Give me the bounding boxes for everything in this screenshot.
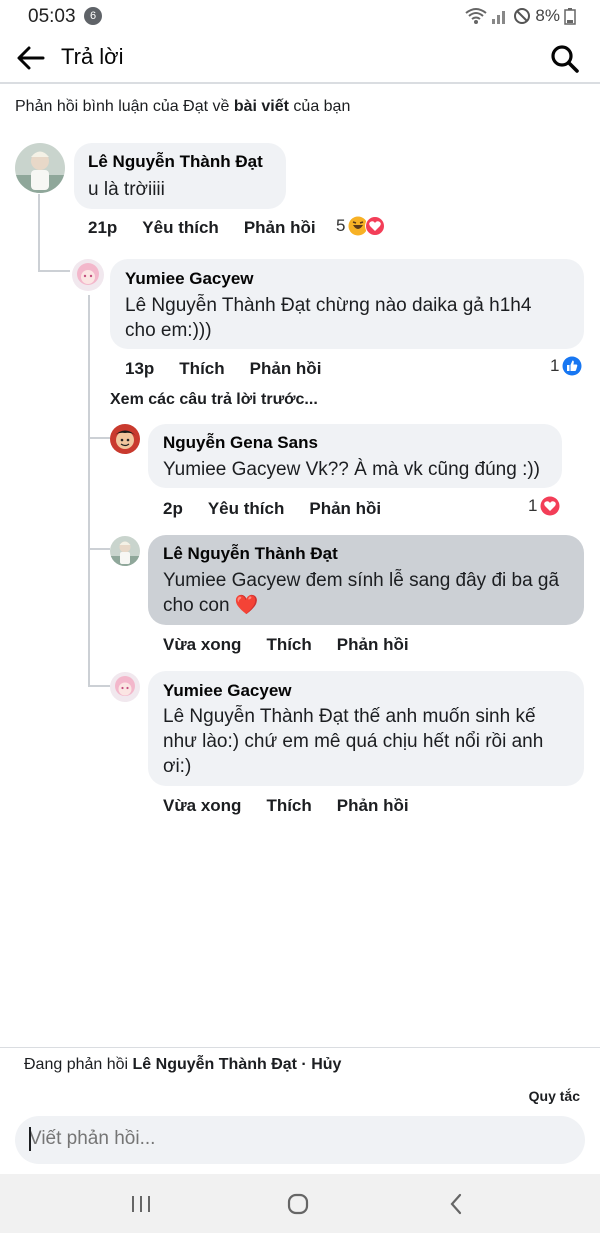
comment-text: u là trờiiii xyxy=(88,179,165,200)
reaction-count: 5 xyxy=(336,216,346,235)
reaction-count: 1 xyxy=(550,356,560,375)
comment-bubble[interactable]: Lê Nguyễn Thành Đạt u là trờiiii xyxy=(74,143,286,209)
post-link[interactable]: bài viết xyxy=(234,98,289,115)
wifi-icon xyxy=(465,8,488,24)
thread-line xyxy=(38,270,70,272)
thread-line xyxy=(88,548,110,550)
comment-bubble[interactable]: Nguyễn Gena Sans Yumiee Gacyew Vk?? À mà… xyxy=(148,424,562,488)
context-prefix: Phản hồi bình luận của Đạt về xyxy=(15,98,234,115)
comment-time: Vừa xong xyxy=(163,796,242,815)
context-suffix: của bạn xyxy=(288,98,351,115)
comment-time: 21p xyxy=(88,218,118,237)
view-previous-replies[interactable]: Xem các câu trả lời trước... xyxy=(110,391,318,409)
comment-author[interactable]: Yumiee Gacyew xyxy=(125,269,254,289)
avatar[interactable] xyxy=(72,259,104,291)
thread-line xyxy=(38,194,40,272)
comment-actions: 2p Yêu thích Phản hồi xyxy=(163,499,381,519)
text-caret xyxy=(29,1127,31,1151)
comment-bubble[interactable]: Yumiee Gacyew Lê Nguyễn Thành Đạt thế an… xyxy=(148,671,584,786)
avatar[interactable] xyxy=(110,672,140,702)
reply-action[interactable]: Phản hồi xyxy=(309,499,381,519)
comment-actions: Vừa xong Thích Phản hồi xyxy=(163,635,409,655)
cancel-reply-link[interactable]: · Hủy xyxy=(297,1056,341,1073)
thread-line xyxy=(88,295,90,687)
status-bar: 05:03 6 8% xyxy=(0,0,600,34)
reaction-summary[interactable]: 5 xyxy=(336,216,386,236)
like-reaction-icon xyxy=(562,356,582,376)
divider xyxy=(0,1047,600,1048)
thread-line xyxy=(88,685,110,687)
comment-time: 13p xyxy=(125,359,155,378)
comment-bubble[interactable]: Yumiee Gacyew Lê Nguyễn Thành Đạt chừng … xyxy=(110,259,584,349)
comment-author[interactable]: Nguyễn Gena Sans xyxy=(163,433,318,453)
comment-author[interactable]: Lê Nguyễn Thành Đạt xyxy=(163,544,338,564)
reply-input[interactable] xyxy=(29,1128,529,1150)
comment-actions: 13p Thích Phản hồi xyxy=(125,359,321,379)
avatar[interactable] xyxy=(110,536,140,566)
status-icons: 8% xyxy=(465,6,576,26)
recent-apps-icon[interactable] xyxy=(126,1190,156,1218)
replying-to-banner: Đang phản hồi Lê Nguyễn Thành Đạt · Hủy xyxy=(24,1056,341,1074)
battery-icon xyxy=(564,8,576,25)
love-reaction-icon xyxy=(540,496,560,516)
comment-actions: Vừa xong Thích Phản hồi xyxy=(163,796,409,816)
like-action[interactable]: Thích xyxy=(179,359,224,379)
like-action[interactable]: Yêu thích xyxy=(142,218,219,238)
top-app-bar: Trả lời xyxy=(0,34,600,84)
comment-time: Vừa xong xyxy=(163,635,242,654)
like-action[interactable]: Thích xyxy=(266,796,311,816)
notification-count-badge: 6 xyxy=(84,7,102,25)
reaction-count: 1 xyxy=(528,496,538,515)
replying-prefix: Đang phản hồi xyxy=(24,1056,133,1073)
comment-author[interactable]: Lê Nguyễn Thành Đạt xyxy=(88,152,263,172)
love-reaction-icon xyxy=(365,216,386,236)
battery-percent: 8% xyxy=(535,6,560,25)
like-action[interactable]: Yêu thích xyxy=(208,499,285,519)
do-not-disturb-icon xyxy=(514,8,531,24)
comment-bubble-highlighted[interactable]: Lê Nguyễn Thành Đạt Yumiee Gacyew đem sí… xyxy=(148,535,584,625)
home-icon[interactable] xyxy=(283,1190,313,1218)
reply-composer[interactable] xyxy=(15,1116,585,1164)
reply-action[interactable]: Phản hồi xyxy=(337,796,409,816)
reaction-summary[interactable]: 1 xyxy=(528,496,560,516)
page-title: Trả lời xyxy=(61,44,124,69)
comment-author[interactable]: Yumiee Gacyew xyxy=(163,681,292,701)
reply-action[interactable]: Phản hồi xyxy=(244,218,316,238)
comment-time: 2p xyxy=(163,499,183,518)
rules-link[interactable]: Quy tắc xyxy=(529,1088,580,1104)
status-time: 05:03 xyxy=(28,6,76,27)
reply-action[interactable]: Phản hồi xyxy=(337,635,409,655)
comment-text: Yumiee Gacyew Vk?? À mà vk cũng đúng :)) xyxy=(163,459,541,480)
avatar[interactable] xyxy=(110,424,140,454)
avatar[interactable] xyxy=(15,143,65,193)
back-arrow-icon[interactable] xyxy=(16,44,46,72)
thread-line xyxy=(88,437,110,439)
reply-action[interactable]: Phản hồi xyxy=(250,359,322,379)
context-line: Phản hồi bình luận của Đạt về bài viết c… xyxy=(15,98,350,116)
search-icon[interactable] xyxy=(550,44,580,74)
back-icon[interactable] xyxy=(442,1190,472,1218)
reaction-summary[interactable]: 1 xyxy=(550,356,582,376)
system-nav-bar xyxy=(0,1174,600,1233)
comment-text: Yumiee Gacyew đem sính lễ sang đây đi ba… xyxy=(163,570,560,616)
comment-actions: 21p Yêu thích Phản hồi xyxy=(88,218,316,238)
comment-text: Lê Nguyễn Thành Đạt chừng nào daika gả h… xyxy=(125,295,532,341)
comment-text: Lê Nguyễn Thành Đạt thế anh muốn sinh kế… xyxy=(163,706,544,777)
signal-icon xyxy=(492,11,506,24)
like-action[interactable]: Thích xyxy=(266,635,311,655)
replying-name: Lê Nguyễn Thành Đạt xyxy=(132,1056,297,1073)
